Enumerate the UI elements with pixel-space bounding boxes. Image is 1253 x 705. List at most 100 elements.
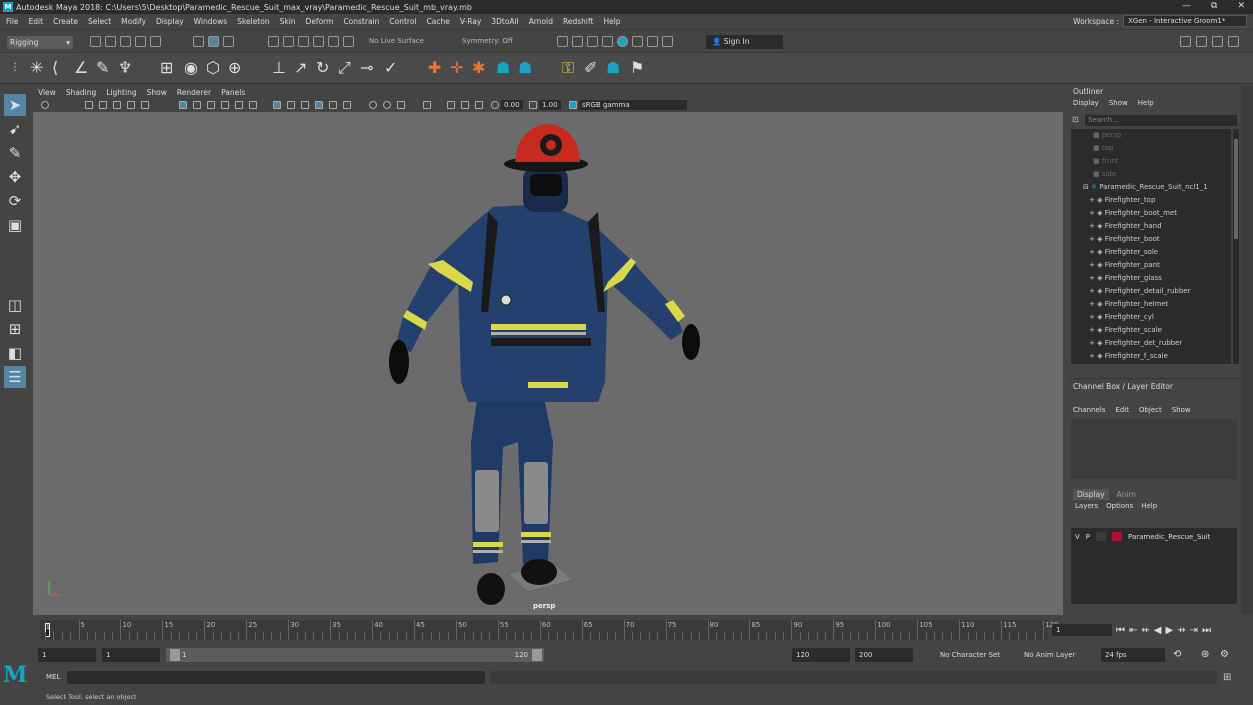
auto-key-icon[interactable]: ⊛	[1201, 648, 1209, 662]
joint-tool-icon[interactable]: ✳	[30, 59, 43, 77]
snap-curve-icon[interactable]	[283, 36, 294, 47]
tool-settings-icon[interactable]	[1212, 36, 1223, 47]
loop-icon[interactable]: ⟲	[1173, 648, 1181, 662]
step-forward-icon[interactable]: ⇥	[1190, 625, 1198, 636]
script-editor-icon[interactable]: ⊞	[1223, 672, 1231, 683]
menu-redshift[interactable]: Redshift	[563, 17, 593, 26]
bookmarks-icon[interactable]	[99, 101, 107, 109]
locator-icon[interactable]: ✚	[428, 59, 441, 77]
channel-box-icon[interactable]	[1228, 36, 1239, 47]
orient-constraint-icon[interactable]: ↻	[316, 59, 329, 77]
animation-start-field[interactable]: 1	[38, 648, 96, 662]
snap-point-icon[interactable]	[298, 36, 309, 47]
range-slider[interactable]: 1 120	[166, 648, 544, 662]
anim-layer-dropdown[interactable]: No Anim Layer	[1024, 648, 1075, 662]
lasso-tool-icon[interactable]: ➹	[4, 118, 26, 140]
select-object-icon[interactable]	[208, 36, 219, 47]
render-view-icon[interactable]	[557, 36, 568, 47]
list-item[interactable]: + ◈ Firefighter_pant	[1071, 259, 1231, 272]
minimize-button[interactable]: —	[1182, 1, 1191, 11]
select-component-icon[interactable]	[223, 36, 234, 47]
fps-dropdown[interactable]: 24 fps	[1101, 648, 1165, 662]
pause-render-icon[interactable]	[662, 36, 673, 47]
menu-constrain[interactable]: Constrain	[343, 17, 379, 26]
range-start-handle[interactable]	[170, 649, 180, 661]
pin-icon[interactable]: ⚑	[630, 59, 644, 77]
outliner-scrollbar[interactable]	[1233, 129, 1239, 364]
maximize-button[interactable]: ⧉	[1211, 1, 1217, 11]
list-item[interactable]: + ◈ Firefighter_det_rubber	[1071, 337, 1231, 350]
two-view-icon[interactable]: ◧	[4, 342, 26, 364]
cluster-icon[interactable]: ⊕	[228, 59, 241, 77]
character-set-dropdown[interactable]: No Character Set	[940, 648, 1000, 662]
new-scene-icon[interactable]	[90, 36, 101, 47]
modeling-toolkit-icon[interactable]	[1180, 36, 1191, 47]
layer-row[interactable]: V P Paramedic_Rescue_Suit	[1075, 532, 1210, 541]
scale-constraint-icon[interactable]: ⤢	[338, 59, 351, 77]
lattice-icon[interactable]: ⬡	[206, 59, 220, 77]
time-slider[interactable]: 1 5 10 15 20 25 30 35 40 45 50 55 60 65 70 75 80 85 90 95 1…	[40, 620, 1058, 640]
gate-mask-icon[interactable]	[221, 101, 229, 109]
animation-end-field[interactable]: 200	[855, 648, 913, 662]
image-plane-icon[interactable]	[113, 101, 121, 109]
character-control-icon[interactable]: ✱	[472, 59, 485, 77]
range-end-handle[interactable]	[532, 649, 542, 661]
menu-modify[interactable]: Modify	[121, 17, 146, 26]
viewport-menu-shading[interactable]: Shading	[66, 88, 96, 99]
play-forward-icon[interactable]: ▶	[1165, 625, 1173, 636]
menu-create[interactable]: Create	[53, 17, 78, 26]
list-item[interactable]: + ◈ Firefighter_glass	[1071, 272, 1231, 285]
viewport-menu-show[interactable]: Show	[147, 88, 167, 99]
locator-plus-icon[interactable]: ✛	[450, 59, 463, 77]
blend-shape-icon[interactable]: ☗	[496, 59, 510, 77]
list-item[interactable]: + ◈ Firefighter_boot	[1071, 233, 1231, 246]
list-item[interactable]: + ◈ Firefighter_detail_rubber	[1071, 285, 1231, 298]
menu-3dtoall[interactable]: 3DtoAll	[491, 17, 518, 26]
resolution-gate-icon[interactable]	[207, 101, 215, 109]
symmetry-dropdown[interactable]: Symmetry: Off	[462, 37, 513, 45]
two-d-pan-icon[interactable]	[127, 101, 135, 109]
film-gate-icon[interactable]	[193, 101, 201, 109]
snap-live-icon[interactable]	[343, 36, 354, 47]
paint-select-icon[interactable]: ✎	[4, 142, 26, 164]
menu-skin[interactable]: Skin	[280, 17, 296, 26]
side-tab-strip[interactable]	[1241, 86, 1253, 614]
layer-type-box[interactable]	[1096, 532, 1107, 541]
textured-icon[interactable]	[315, 101, 323, 109]
list-item[interactable]: + ◈ Firefighter_hand	[1071, 220, 1231, 233]
outliner-layout-icon[interactable]: ☰	[4, 366, 26, 388]
menu-help[interactable]: Help	[603, 17, 620, 26]
channel-menu-show[interactable]: Show	[1172, 406, 1191, 414]
sign-in-button[interactable]: 👤 Sign In	[706, 35, 783, 49]
aim-constraint-icon[interactable]: ⊸	[360, 59, 373, 77]
live-surface-field[interactable]: No Live Surface	[369, 37, 424, 45]
ipr-render-icon[interactable]	[587, 36, 598, 47]
xray-components-icon[interactable]	[475, 101, 483, 109]
channel-menu-channels[interactable]: Channels	[1073, 406, 1105, 414]
exposure-field[interactable]: 0.00	[501, 100, 523, 110]
set-key-icon[interactable]: ⚿	[562, 59, 574, 77]
field-chart-icon[interactable]	[235, 101, 243, 109]
shadows-icon[interactable]	[343, 101, 351, 109]
safe-action-icon[interactable]	[249, 101, 257, 109]
menu-deform[interactable]: Deform	[306, 17, 334, 26]
list-item[interactable]: ■ side	[1071, 168, 1231, 181]
wireframe-icon[interactable]	[273, 101, 281, 109]
preferences-icon[interactable]: ⚙	[1220, 648, 1229, 662]
viewport-persp[interactable]: persp	[33, 112, 1063, 615]
layer-menu-layers[interactable]: Layers	[1075, 502, 1098, 510]
go-to-end-icon[interactable]: ⏭	[1202, 625, 1211, 636]
command-input[interactable]	[67, 671, 485, 684]
colorspace-dropdown[interactable]: sRGB gamma	[579, 100, 687, 110]
step-back-key-icon[interactable]: ⇷	[1141, 625, 1149, 636]
four-view-icon[interactable]: ⊞	[4, 318, 26, 340]
channel-menu-object[interactable]: Object	[1139, 406, 1162, 414]
outliner-search-input[interactable]: Search...	[1085, 115, 1237, 126]
render-setup-icon[interactable]	[647, 36, 658, 47]
close-button[interactable]: ✕	[1237, 1, 1245, 11]
list-item[interactable]: + ◈ Firefighter_top	[1071, 194, 1231, 207]
ik-handle-icon[interactable]: ⟨	[52, 59, 58, 77]
list-item[interactable]: + ◈ Firefighter_sole	[1071, 246, 1231, 259]
menu-select[interactable]: Select	[88, 17, 111, 26]
layer-playback-toggle[interactable]: P	[1086, 533, 1090, 541]
